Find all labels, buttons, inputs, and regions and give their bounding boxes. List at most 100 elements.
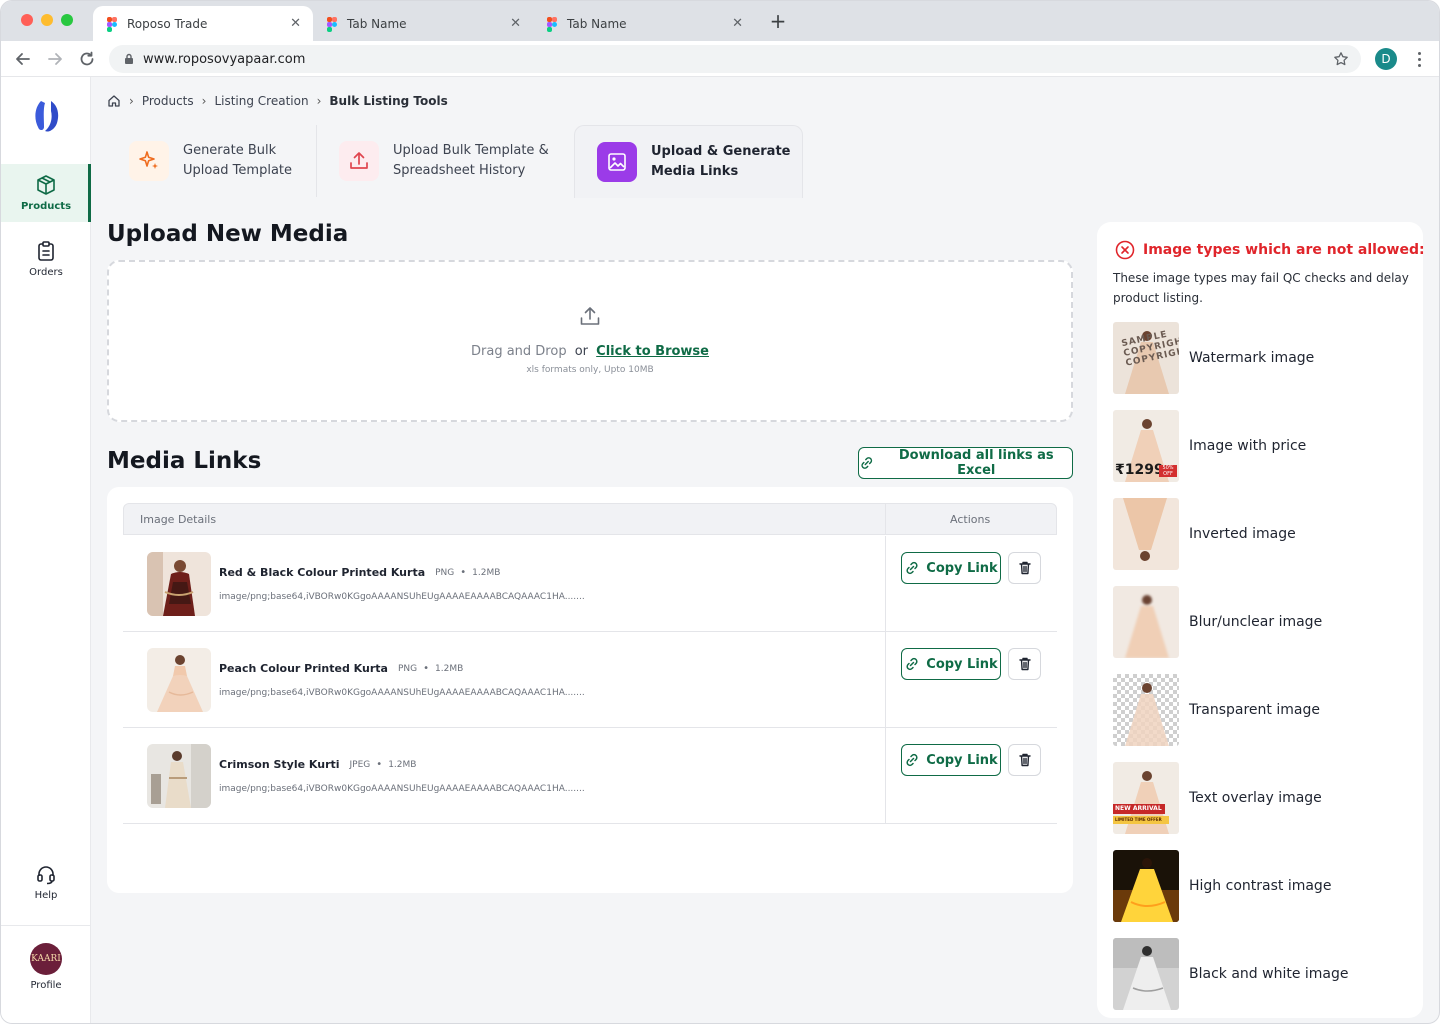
close-window-button[interactable] <box>21 14 33 26</box>
minimize-window-button[interactable] <box>41 14 53 26</box>
watermark-example-image: SAMPLE COPYRIGHT COPYRIGHT <box>1113 322 1179 394</box>
browser-profile-avatar[interactable]: D <box>1375 48 1397 70</box>
chevron-right-icon: › <box>201 94 207 108</box>
breadcrumb-listing-creation[interactable]: Listing Creation <box>214 94 308 108</box>
text-overlay-example-image: NEW ARRIVAL LIMITED TIME OFFER <box>1113 762 1179 834</box>
sidebar-item-products[interactable]: Products <box>1 164 91 222</box>
media-links-table: Image Details Actions Red & Black Colour… <box>107 487 1073 893</box>
blur-example-image <box>1113 586 1179 658</box>
browser-tab[interactable]: Tab Name ✕ <box>533 6 755 41</box>
image-icon <box>597 142 637 182</box>
not-allowed-label: Transparent image <box>1189 702 1320 718</box>
bookmark-star-icon[interactable] <box>1333 51 1349 67</box>
list-item: Blur/unclear image <box>1113 586 1409 658</box>
browser-window: Roposo Trade ✕ Tab Name ✕ Tab Name ✕ + w… <box>0 0 1440 1024</box>
browser-tabstrip: Roposo Trade ✕ Tab Name ✕ Tab Name ✕ + <box>1 1 1439 41</box>
tab-label-line1: Upload & Generate <box>651 144 791 159</box>
headset-icon <box>37 866 55 885</box>
or-text: or <box>574 344 589 359</box>
sidebar-item-help[interactable]: Help <box>1 853 91 911</box>
home-icon[interactable] <box>107 94 121 108</box>
browser-tab-title: Tab Name <box>567 16 627 31</box>
browser-tab[interactable]: Tab Name ✕ <box>313 6 533 41</box>
box-icon <box>37 175 55 195</box>
price-text: ₹1299 <box>1115 462 1164 478</box>
chevron-right-icon: › <box>129 94 134 108</box>
close-tab-icon[interactable]: ✕ <box>510 16 521 31</box>
forward-arrow-icon[interactable] <box>45 49 65 69</box>
table-header: Image Details Actions <box>123 503 1057 535</box>
error-circle-icon <box>1115 240 1135 260</box>
media-title: Peach Colour Printed Kurta <box>219 662 388 675</box>
limited-offer-banner: LIMITED TIME OFFER <box>1113 816 1169 824</box>
not-allowed-description: These image types may fail QC checks and… <box>1113 271 1409 305</box>
media-size: 1.2MB <box>388 759 417 770</box>
tab-upload-generate-media-links[interactable]: Upload & Generate Media Links <box>574 125 803 198</box>
not-allowed-panel: Image types which are not allowed: These… <box>1097 222 1425 1018</box>
delete-button[interactable] <box>1008 648 1041 680</box>
maximize-window-button[interactable] <box>61 14 73 26</box>
copy-link-label: Copy Link <box>926 560 998 576</box>
upload-section-title: Upload New Media <box>107 221 349 247</box>
close-tab-icon[interactable]: ✕ <box>732 16 743 31</box>
drag-drop-text: Drag and Drop <box>471 344 567 359</box>
not-allowed-title-text: Image types which are not allowed: <box>1143 242 1425 258</box>
browser-tab-active[interactable]: Roposo Trade ✕ <box>93 6 313 41</box>
list-item: Inverted image <box>1113 498 1409 570</box>
media-size: 1.2MB <box>435 663 464 674</box>
media-name: Crimson Style Kurti JPEG • 1.2MB <box>219 758 417 771</box>
not-allowed-title: Image types which are not allowed: <box>1115 240 1425 260</box>
figma-icon <box>327 16 337 32</box>
back-arrow-icon[interactable] <box>13 49 33 69</box>
breadcrumb-products[interactable]: Products <box>142 94 194 108</box>
media-link-path: image/png;base64,iVBORw0KGgoAAAANSUhEUgA… <box>219 688 585 698</box>
page-tabs: Generate Bulk Upload Template Upload Bul… <box>107 125 1073 199</box>
tab-upload-bulk-template[interactable]: Upload Bulk Template & Spreadsheet Histo… <box>317 125 573 197</box>
list-item: Transparent image <box>1113 674 1409 746</box>
media-title: Crimson Style Kurti <box>219 758 340 771</box>
tab-generate-bulk-template[interactable]: Generate Bulk Upload Template <box>107 125 317 197</box>
link-icon <box>906 561 918 575</box>
media-link-path: image/png;base64,iVBORw0KGgoAAAANSUhEUgA… <box>219 784 585 794</box>
column-header-actions: Actions <box>950 513 991 526</box>
upload-icon <box>339 141 379 181</box>
sidebar-item-profile[interactable]: KAARI Profile <box>1 935 91 999</box>
copy-link-button[interactable]: Copy Link <box>901 648 1001 680</box>
table-row: Crimson Style Kurti JPEG • 1.2MB image/p… <box>123 728 1057 824</box>
copy-link-label: Copy Link <box>926 656 998 672</box>
download-all-links-label: Download all links as Excel <box>898 448 1054 478</box>
not-allowed-label: Black and white image <box>1189 966 1349 982</box>
browse-link[interactable]: Click to Browse <box>596 344 709 359</box>
media-format: PNG <box>397 663 418 674</box>
delete-button[interactable] <box>1008 552 1041 584</box>
sidebar-item-label: Products <box>20 201 72 212</box>
reload-icon[interactable] <box>77 49 97 69</box>
delete-button[interactable] <box>1008 744 1041 776</box>
copy-link-button[interactable]: Copy Link <box>901 552 1001 584</box>
browser-menu-icon[interactable] <box>1411 49 1427 69</box>
transparent-example-image <box>1113 674 1179 746</box>
figma-icon <box>107 16 117 32</box>
link-icon <box>906 657 918 671</box>
not-allowed-label: Image with price <box>1189 438 1307 454</box>
media-dropzone[interactable]: Drag and Drop or Click to Browse xls for… <box>107 260 1073 422</box>
media-size: 1.2MB <box>472 567 501 578</box>
copy-link-button[interactable]: Copy Link <box>901 744 1001 776</box>
list-item: NEW ARRIVAL LIMITED TIME OFFER Text over… <box>1113 762 1409 834</box>
address-url: www.roposovyapaar.com <box>143 51 306 67</box>
link-icon <box>906 753 918 767</box>
table-row: Red & Black Colour Printed Kurta PNG • 1… <box>123 536 1057 632</box>
media-name: Red & Black Colour Printed Kurta PNG • 1… <box>219 566 501 579</box>
browser-tab-title: Tab Name <box>347 16 407 31</box>
close-tab-icon[interactable]: ✕ <box>290 16 301 31</box>
download-all-links-button[interactable]: Download all links as Excel <box>858 447 1073 479</box>
upload-format-hint: xls formats only, Upto 10MB <box>526 365 654 375</box>
address-bar[interactable]: www.roposovyapaar.com <box>109 45 1361 73</box>
tab-label-line2: Media Links <box>651 164 739 179</box>
roposo-logo[interactable] <box>27 97 65 135</box>
link-icon <box>861 457 873 469</box>
table-row: Peach Colour Printed Kurta PNG • 1.2MB i… <box>123 632 1057 728</box>
sidebar-item-orders[interactable]: Orders <box>1 230 91 288</box>
list-item: Black and white image <box>1113 938 1409 1010</box>
new-tab-plus-icon[interactable]: + <box>767 10 789 32</box>
